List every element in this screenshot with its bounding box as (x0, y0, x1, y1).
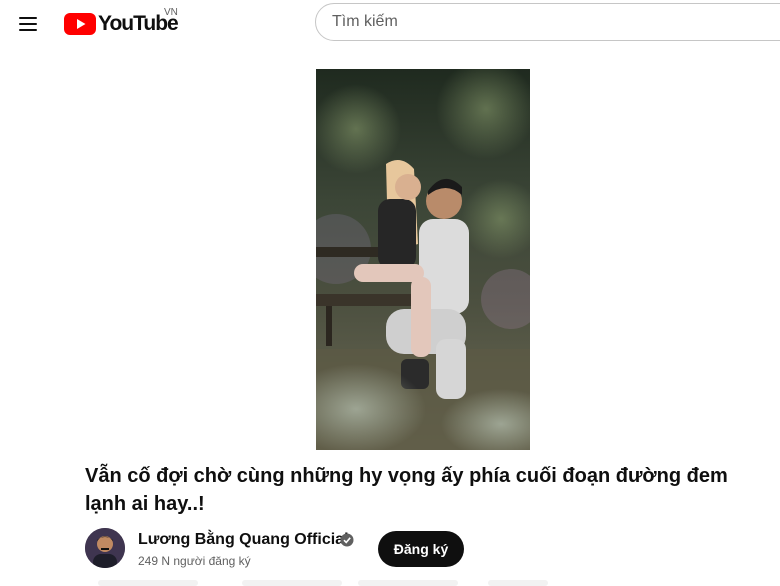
action-chip[interactable] (242, 580, 342, 586)
search-input[interactable] (332, 13, 772, 31)
youtube-logo[interactable]: YouTube (64, 9, 179, 39)
action-chip[interactable] (98, 580, 198, 586)
top-bar: YouTube VN (0, 0, 780, 48)
search-box[interactable] (315, 3, 780, 41)
youtube-logo-icon (64, 13, 96, 35)
country-code: VN (164, 7, 178, 18)
channel-avatar[interactable] (85, 528, 125, 568)
verified-check-icon (340, 533, 354, 547)
action-chip[interactable] (358, 580, 458, 586)
video-player[interactable] (316, 69, 530, 450)
channel-name[interactable]: Lương Bằng Quang Official (138, 531, 349, 549)
subscribe-button[interactable]: Đăng ký (378, 531, 464, 567)
subscriber-count: 249 N người đăng ký (138, 554, 251, 568)
video-thumbnail (316, 69, 530, 450)
video-title: Vẫn cố đợi chờ cùng những hy vọng ấy phí… (85, 465, 728, 515)
menu-icon[interactable] (10, 6, 46, 42)
action-chip[interactable] (488, 580, 548, 586)
